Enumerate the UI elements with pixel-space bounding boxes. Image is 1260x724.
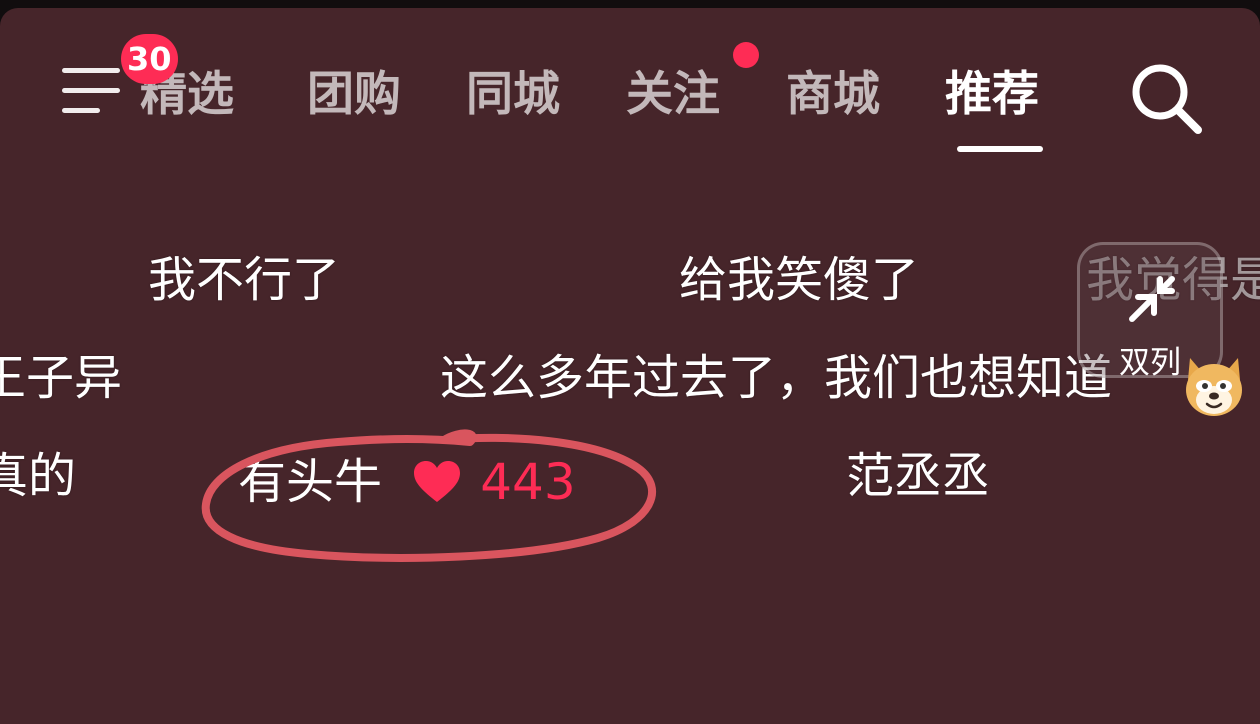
highlight-circle [201,429,657,562]
tab-group-buy[interactable]: 团购 [307,64,401,126]
danmaku-comment: 给我笑傻了 [679,252,920,308]
tab-mall[interactable]: 商城 [786,64,880,126]
following-notification-dot [733,42,759,68]
dog-emoji-icon [1186,358,1242,416]
expand-arrows-icon [1129,276,1175,322]
notification-badge: 30 [121,34,178,84]
tab-local[interactable]: 同城 [466,64,560,126]
tab-following[interactable]: 关注 [626,64,720,126]
danmaku-comment: 真的 [0,448,77,504]
search-icon[interactable] [1124,58,1208,138]
active-tab-indicator [957,146,1043,152]
danmaku-comment: 范丞丞 [846,448,991,504]
menu-icon[interactable] [62,64,126,120]
danmaku-comment: 王子异 [0,350,123,406]
video-screen: 精选 团购 同城 关注 商城 推荐 30 我不行了 给我笑傻了 我觉得是 王子异… [0,8,1260,724]
tab-recommended[interactable]: 推荐 [945,64,1039,126]
danmaku-comment: 这么多年过去了，我们也想知道 [440,350,1113,406]
danmaku-comment: 我不行了 [148,252,341,308]
